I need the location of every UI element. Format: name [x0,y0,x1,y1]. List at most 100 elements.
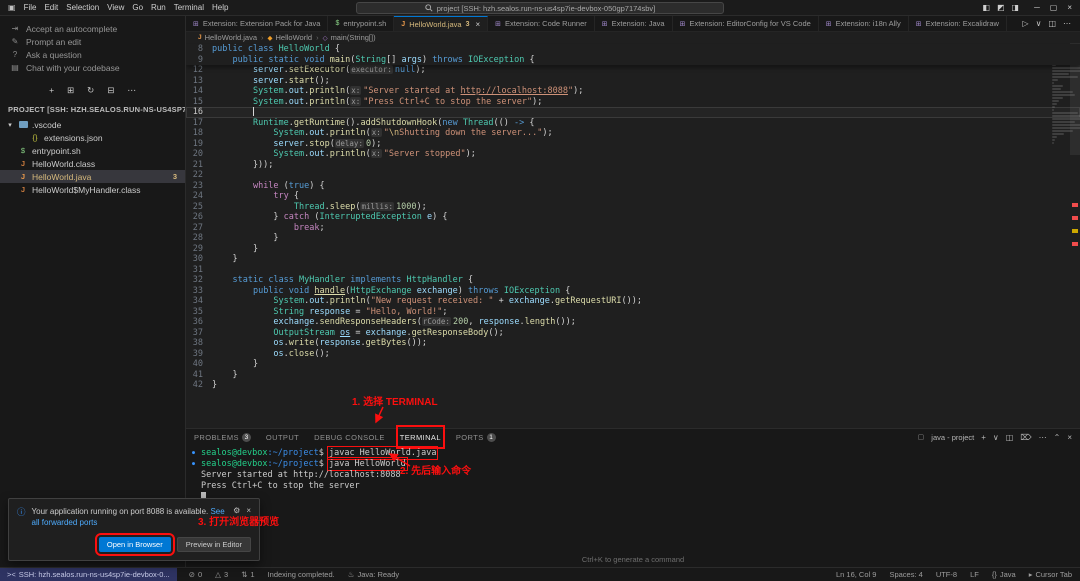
tab-extension-i18n-ally[interactable]: ⊞Extension: i18n Ally [819,16,909,31]
panel-tab-problems[interactable]: PROBLEMS3 [194,429,251,445]
ports-indicator[interactable]: ⇅1 [239,568,256,581]
collapse-folders-icon[interactable]: ⊟ [107,85,114,96]
tab-helloworld-java[interactable]: JHelloWorld.java3× [394,16,488,31]
breadcrumb-item-helloworld-java[interactable]: JHelloWorld.java [198,33,257,42]
minimize-button[interactable]: ─ [1034,3,1040,12]
notification-close-icon[interactable]: × [246,506,251,528]
tab-extension-editorconfig-for-vs-code[interactable]: ⊞Extension: EditorConfig for VS Code [673,16,819,31]
open-in-browser-button[interactable]: Open in Browser [99,537,171,552]
menu-file[interactable]: File [24,3,37,12]
code-line[interactable]: 36 exchange.sendResponseHeaders(rCode:20… [186,317,1080,328]
toggle-primary-sidebar-icon[interactable]: ◧ [982,3,990,12]
new-folder-icon[interactable]: ⊞ [67,85,74,96]
menu-edit[interactable]: Edit [44,3,58,12]
active-terminal-name[interactable]: java - project [931,433,974,442]
code-line[interactable]: 33 public void handle(HttpExchange excha… [186,286,1080,297]
menu-help[interactable]: Help [212,3,228,12]
code-line[interactable]: 26 } catch (InterruptedException e) { [186,212,1080,223]
eol[interactable]: LF [968,568,981,581]
menu-run[interactable]: Run [151,3,166,12]
panel-tab-output[interactable]: OUTPUT [266,429,299,445]
cursor-tab[interactable]: ▸Cursor Tab [1027,568,1074,581]
close-button[interactable]: × [1067,3,1072,12]
split-terminal-icon[interactable]: ◫ [1006,433,1014,442]
breadcrumb-item-helloworld[interactable]: ◆HelloWorld [268,33,313,42]
new-file-icon[interactable]: + [49,85,54,96]
code-line[interactable]: 41 } [186,370,1080,381]
tree-item-helloworld-class[interactable]: JHelloWorld.class [0,157,185,170]
tree-item-helloworld-java[interactable]: JHelloWorld.java3 [0,170,185,183]
menu-view[interactable]: View [107,3,124,12]
remote-indicator[interactable]: ><SSH: hzh.sealos.run-ns-us4sp7ie-devbox… [0,568,177,581]
warnings-indicator[interactable]: △3 [213,568,230,581]
tab-extension-extension-pack-for-java[interactable]: ⊞Extension: Extension Pack for Java [186,16,328,31]
menu-selection[interactable]: Selection [66,3,99,12]
errors-indicator[interactable]: ⊘0 [187,568,204,581]
code-line[interactable]: 16 [186,107,1080,118]
menu-go[interactable]: Go [132,3,143,12]
panel-tab-terminal[interactable]: TERMINAL [400,429,441,445]
tab-entrypoint-sh[interactable]: $entrypoint.sh [328,16,394,31]
panel-tab-debug-console[interactable]: DEBUG CONSOLE [314,429,385,445]
kill-terminal-icon[interactable]: ⌦ [1020,433,1031,442]
java-status[interactable]: ♨Java: Ready [346,568,401,581]
code-line[interactable]: 23 while (true) { [186,181,1080,192]
tab-extension-code-runner[interactable]: ⊞Extension: Code Runner [488,16,595,31]
terminal-more-actions-icon[interactable]: ⋯ [1039,433,1047,442]
close-tab-icon[interactable]: × [476,20,481,29]
panel-tab-ports[interactable]: PORTS1 [456,429,496,445]
tree-item-extensions-json[interactable]: {}extensions.json [0,131,185,144]
tree-item-vscode[interactable]: ▾.vscode [0,118,185,131]
code-line[interactable]: 13 server.start(); [186,76,1080,87]
run-java-button[interactable]: ▷ [1022,19,1028,28]
code-line[interactable]: 35 String response = "Hello, World!"; [186,307,1080,318]
code-editor[interactable]: 8public class HelloWorld {9 public stati… [186,43,1080,428]
code-line[interactable]: 38 os.write(response.getBytes()); [186,338,1080,349]
code-line[interactable]: 14 System.out.println(x:"Server started … [186,86,1080,97]
menu-terminal[interactable]: Terminal [174,3,204,12]
notification-settings-icon[interactable]: ⚙ [233,506,240,528]
code-line[interactable]: 34 System.out.println("New request recei… [186,296,1080,307]
code-line[interactable]: 37 OutputStream os = exchange.getRespons… [186,328,1080,339]
code-line[interactable]: 25 Thread.sleep(millis:1000); [186,202,1080,213]
terminal-profiles-dropdown-icon[interactable]: ∨ [993,433,999,442]
code-line[interactable]: 17 Runtime.getRuntime().addShutdownHook(… [186,118,1080,129]
close-panel-icon[interactable]: × [1067,433,1072,442]
preview-in-editor-button[interactable]: Preview in Editor [177,537,251,552]
command-center-search[interactable]: project [SSH: hzh.sealos.run-ns-us4sp7ie… [356,2,724,14]
maximize-panel-icon[interactable]: ⌃ [1054,433,1061,442]
code-line[interactable]: 19 server.stop(delay:0); [186,139,1080,150]
encoding[interactable]: UTF-8 [934,568,959,581]
code-line[interactable]: 42} [186,380,1080,391]
indentation[interactable]: Spaces: 4 [887,568,924,581]
tab-extension-excalidraw[interactable]: ⊞Extension: Excalidraw [909,16,1007,31]
language-mode[interactable]: {}Java [990,568,1018,581]
code-line[interactable]: 22 [186,170,1080,181]
tab-extension-java[interactable]: ⊞Extension: Java [595,16,673,31]
code-line[interactable]: 12 server.setExecutor(executor:null); [186,65,1080,76]
code-line[interactable]: 24 try { [186,191,1080,202]
explorer-section-header[interactable]: PROJECT [SSH: HZH.SEALOS.RUN-NS-US4SP7IE… [0,101,185,118]
toggle-panel-icon[interactable]: ◩ [997,3,1005,12]
indexing-status[interactable]: Indexing completed. [266,568,337,581]
toggle-secondary-sidebar-icon[interactable]: ◨ [1012,3,1020,12]
code-line[interactable]: 29 } [186,244,1080,255]
cursor-position[interactable]: Ln 16, Col 9 [834,568,878,581]
breadcrumb-item-main-string[interactable]: ◇main(String[]) [323,33,376,42]
code-line[interactable]: 31 [186,265,1080,276]
code-line[interactable]: 15 System.out.println(x:"Press Ctrl+C to… [186,97,1080,108]
tree-item-helloworld-myhandler-class[interactable]: JHelloWorld$MyHandler.class [0,183,185,196]
code-line[interactable]: 20 System.out.println(x:"Server stopped"… [186,149,1080,160]
code-line[interactable]: 28 } [186,233,1080,244]
code-line[interactable]: 32 static class MyHandler implements Htt… [186,275,1080,286]
code-line[interactable]: 8public class HelloWorld { [186,44,1080,55]
terminal[interactable]: ●sealos@devbox:~/project$ javac HelloWor… [186,445,1080,503]
editor-more-actions-icon[interactable]: ⋯ [1063,19,1071,28]
code-line[interactable]: 18 System.out.println(x:"\nShutting down… [186,128,1080,139]
refresh-explorer-icon[interactable]: ↻ [87,85,94,96]
code-line[interactable]: 30 } [186,254,1080,265]
code-line[interactable]: 40 } [186,359,1080,370]
code-line[interactable]: 9 public static void main(String[] args)… [186,55,1080,66]
maximize-button[interactable]: ▢ [1050,3,1058,12]
code-line[interactable]: 39 os.close(); [186,349,1080,360]
